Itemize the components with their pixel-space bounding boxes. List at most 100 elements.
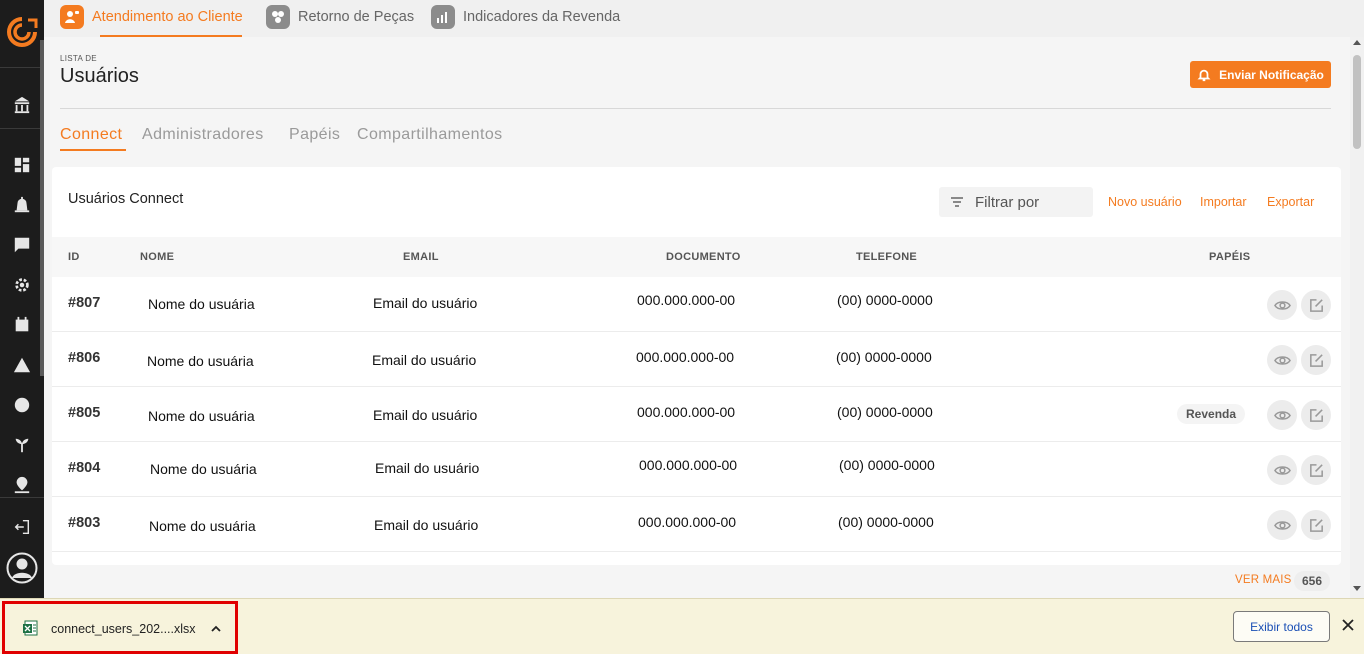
send-notification-button[interactable]: Enviar Notificação	[1190, 61, 1331, 88]
view-button[interactable]	[1267, 290, 1297, 320]
eye-icon	[1273, 465, 1291, 475]
download-item[interactable]: connect_users_202....xlsx	[2, 601, 238, 654]
table-row[interactable]: #804 Nome do usuária Email do usuário 00…	[52, 442, 1341, 497]
tab-retorno-de-pecas[interactable]: Retorno de Peças	[266, 4, 414, 30]
row-name: Nome do usuária	[147, 353, 254, 369]
eye-icon	[1273, 300, 1291, 310]
col-phone[interactable]: TELEFONE	[856, 251, 917, 263]
view-button[interactable]	[1267, 345, 1297, 375]
alarm-icon[interactable]	[12, 195, 32, 215]
download-filename: connect_users_202....xlsx	[51, 622, 196, 636]
edit-icon	[1309, 408, 1323, 422]
table-row[interactable]: #803 Nome do usuária Email do usuário 00…	[52, 497, 1341, 552]
eye-icon	[1273, 520, 1291, 530]
tab-indicadores-da-revenda[interactable]: Indicadores da Revenda	[431, 4, 620, 30]
calendar-icon[interactable]	[12, 315, 32, 335]
page-subtitle: LISTA DE	[60, 54, 97, 63]
edit-button[interactable]	[1301, 400, 1331, 430]
store-icon[interactable]	[12, 95, 32, 115]
row-id: #805	[68, 405, 101, 421]
location-icon[interactable]	[12, 475, 32, 495]
tab-label: Retorno de Peças	[298, 9, 415, 25]
tab-administradores[interactable]: Administradores	[142, 126, 264, 144]
filter-input[interactable]: Filtrar por	[939, 187, 1093, 217]
col-id[interactable]: ID	[68, 251, 80, 263]
dashboard-icon[interactable]	[12, 155, 32, 175]
scroll-up-icon[interactable]	[1353, 40, 1361, 45]
row-phone: (00) 0000-0000	[837, 292, 933, 308]
excel-file-icon	[23, 620, 38, 636]
sidebar	[0, 0, 44, 598]
tab-atendimento-ao-cliente[interactable]: Atendimento ao Cliente	[60, 4, 243, 30]
tab-label: Indicadores da Revenda	[463, 9, 621, 25]
filter-icon	[951, 197, 963, 207]
col-roles[interactable]: PAPÉIS	[1209, 251, 1250, 263]
tab-papeis[interactable]: Papéis	[289, 126, 340, 144]
brand-logo-icon[interactable]	[6, 16, 38, 48]
tab-connect[interactable]: Connect	[60, 126, 122, 144]
tab-compartilhamentos[interactable]: Compartilhamentos	[357, 126, 503, 144]
row-document: 000.000.000-00	[638, 514, 737, 530]
parts-icon	[266, 5, 290, 29]
globe-icon[interactable]	[12, 395, 32, 415]
new-user-link[interactable]: Novo usuário	[1108, 195, 1182, 209]
view-button[interactable]	[1267, 400, 1297, 430]
export-link[interactable]: Exportar	[1267, 195, 1314, 209]
bar-chart-icon	[431, 5, 455, 29]
warning-icon[interactable]	[12, 355, 32, 375]
table-row[interactable]: #807 Nome do usuária Email do usuário 00…	[52, 277, 1341, 332]
row-phone: (00) 0000-0000	[838, 514, 934, 530]
chevron-up-icon[interactable]	[210, 624, 222, 634]
eye-icon	[1273, 355, 1291, 365]
settings-icon[interactable]	[12, 275, 32, 295]
row-name: Nome do usuária	[148, 296, 255, 312]
filter-placeholder: Filtrar por	[975, 193, 1040, 211]
show-all-downloads-button[interactable]: Exibir todos	[1233, 611, 1330, 642]
edit-icon	[1309, 353, 1323, 367]
edit-button[interactable]	[1301, 345, 1331, 375]
role-badge: Revenda	[1177, 404, 1246, 424]
scroll-down-icon[interactable]	[1353, 586, 1361, 591]
col-document[interactable]: DOCUMENTO	[666, 251, 741, 263]
page-scrollbar[interactable]	[1350, 37, 1364, 598]
card-title: Usuários Connect	[68, 191, 184, 207]
send-notification-label: Enviar Notificação	[1219, 67, 1324, 82]
table-row[interactable]: #805 Nome do usuária Email do usuário 00…	[52, 387, 1341, 442]
col-name[interactable]: NOME	[140, 251, 174, 263]
row-name: Nome do usuária	[148, 408, 255, 424]
scrollbar-thumb[interactable]	[1353, 55, 1361, 149]
import-link[interactable]: Importar	[1200, 195, 1247, 209]
download-bar: connect_users_202....xlsx Exibir todos	[0, 598, 1364, 654]
active-subtab-indicator	[60, 149, 126, 151]
edit-icon	[1309, 518, 1323, 532]
chat-icon[interactable]	[12, 235, 32, 255]
view-button[interactable]	[1267, 510, 1297, 540]
logout-icon[interactable]	[12, 517, 32, 537]
row-id: #804	[68, 460, 101, 476]
view-button[interactable]	[1267, 455, 1297, 485]
avatar[interactable]	[6, 552, 38, 584]
row-email: Email do usuário	[372, 352, 477, 368]
row-document: 000.000.000-00	[639, 457, 738, 473]
edit-button[interactable]	[1301, 455, 1331, 485]
total-count-badge: 656	[1294, 571, 1331, 591]
sidebar-divider	[0, 497, 44, 498]
table-row[interactable]: #806 Nome do usuária Email do usuário 00…	[52, 332, 1341, 387]
see-more-link[interactable]: VER MAIS	[1235, 574, 1292, 586]
row-document: 000.000.000-00	[637, 404, 736, 420]
col-email[interactable]: EMAIL	[403, 251, 439, 263]
row-id: #806	[68, 350, 101, 366]
plant-icon[interactable]	[12, 435, 32, 455]
customer-service-icon	[60, 5, 84, 29]
row-email: Email do usuário	[374, 517, 479, 533]
edit-button[interactable]	[1301, 510, 1331, 540]
table-header: ID NOME EMAIL DOCUMENTO TELEFONE PAPÉIS	[52, 237, 1341, 277]
edit-button[interactable]	[1301, 290, 1331, 320]
row-document: 000.000.000-00	[636, 349, 735, 365]
row-phone: (00) 0000-0000	[837, 404, 933, 420]
sidebar-divider	[0, 128, 44, 129]
sidebar-divider	[0, 67, 44, 68]
row-phone: (00) 0000-0000	[839, 457, 935, 473]
close-icon[interactable]	[1340, 617, 1356, 633]
row-id: #803	[68, 515, 101, 531]
